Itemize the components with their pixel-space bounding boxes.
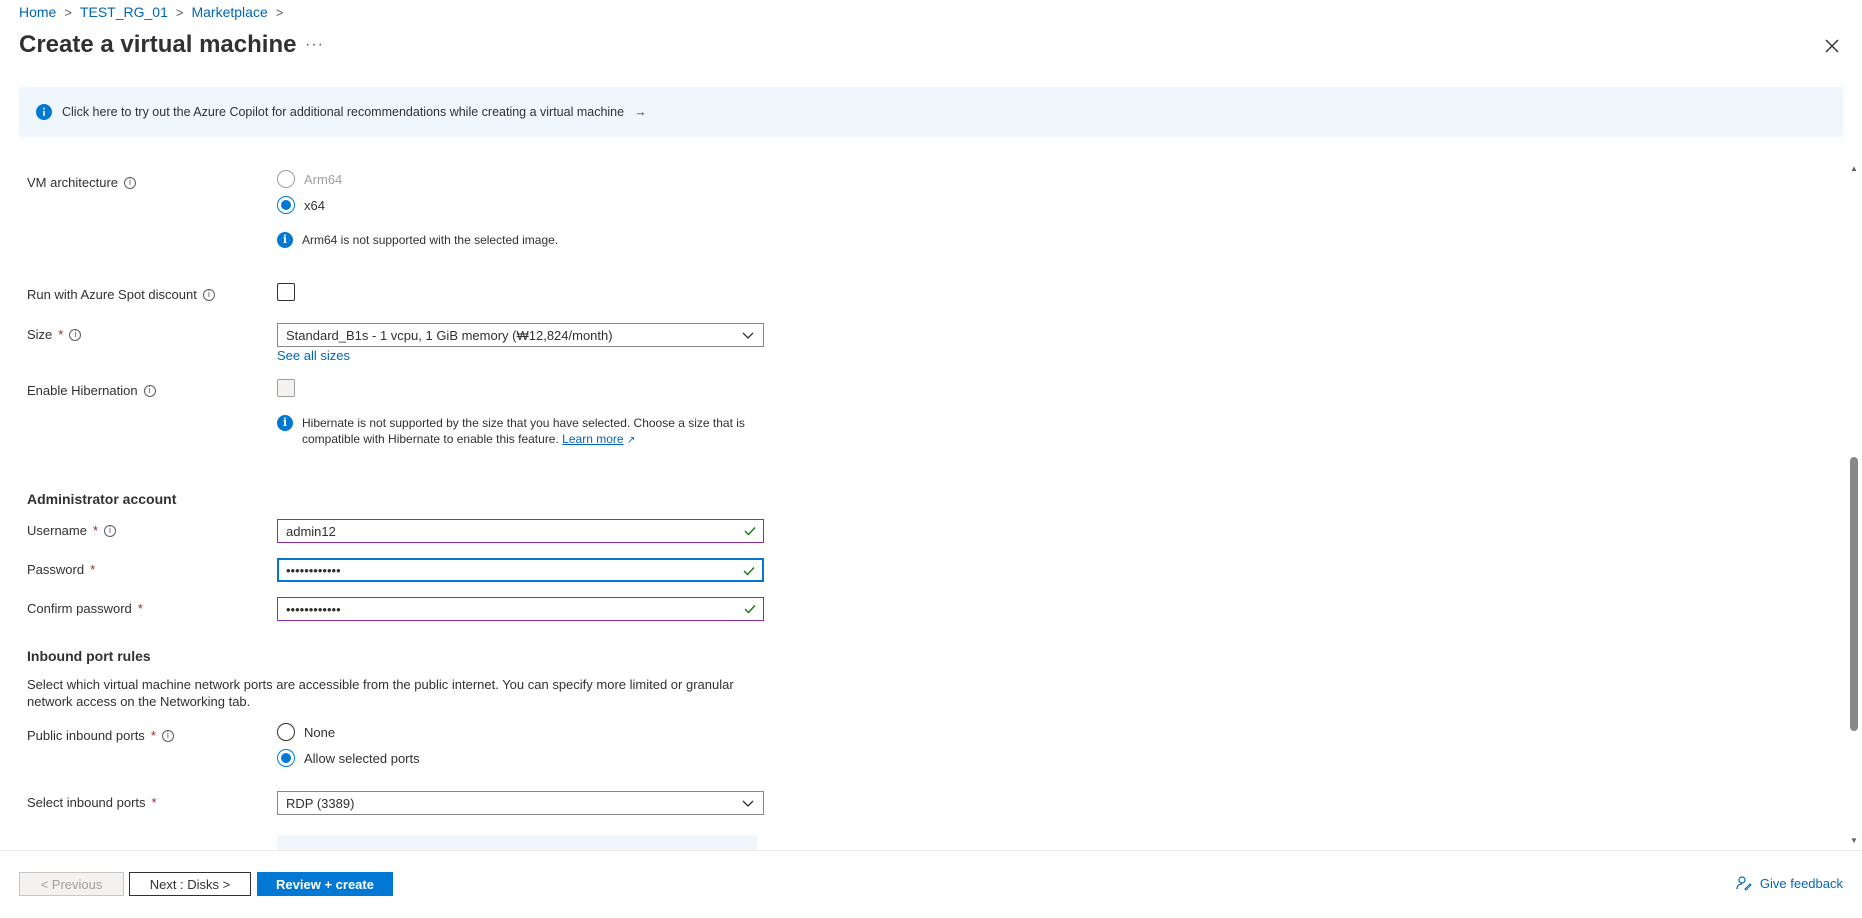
confirm-password-label: Confirm password *	[27, 601, 143, 616]
breadcrumb-separator: >	[64, 4, 72, 20]
scroll-up-icon[interactable]: ▲	[1850, 164, 1858, 173]
inbound-description: Select which virtual machine network por…	[27, 677, 734, 709]
inbound-ports-value: RDP (3389)	[286, 795, 355, 811]
banner-text: Click here to try out the Azure Copilot …	[62, 105, 625, 119]
external-link-icon: ↗	[626, 435, 636, 446]
username-value: admin12	[286, 523, 336, 539]
vm-architecture-label-text: VM architecture	[27, 175, 119, 190]
radio-arm64: Arm64	[277, 170, 342, 188]
feedback-icon	[1736, 876, 1752, 891]
public-inbound-ports-label: Public inbound ports * i	[27, 728, 174, 743]
confirm-password-label-text: Confirm password	[27, 601, 132, 616]
more-options-button[interactable]: ···	[305, 36, 324, 54]
radio-none-label: None	[304, 724, 336, 740]
required-marker: *	[92, 523, 99, 538]
close-icon[interactable]	[1822, 36, 1842, 56]
checkmark-icon	[744, 605, 756, 614]
radio-button[interactable]	[277, 749, 295, 767]
inbound-port-rules-heading: Inbound port rules	[27, 648, 151, 664]
info-icon: i	[277, 415, 293, 431]
required-marker: *	[137, 601, 143, 616]
confirm-password-value: ••••••••••••	[286, 601, 341, 617]
breadcrumb-separator: >	[275, 4, 284, 20]
spot-label: Run with Azure Spot discount i	[27, 287, 215, 302]
required-marker: *	[90, 562, 96, 577]
vm-architecture-label: VM architecture i	[27, 175, 137, 190]
radio-allow-selected-ports-label: Allow selected ports	[304, 750, 420, 766]
hibernation-note-line2: compatible with Hibernate to enable this…	[302, 432, 559, 446]
size-label-text: Size	[27, 327, 53, 342]
administrator-account-heading: Administrator account	[27, 491, 177, 507]
page-title: Create a virtual machine	[19, 31, 297, 58]
checkmark-icon	[744, 527, 756, 536]
info-icon: i	[277, 232, 293, 248]
hibernation-label-text: Enable Hibernation	[27, 383, 138, 398]
next-disks-button[interactable]: Next : Disks >	[129, 872, 251, 896]
vertical-scrollbar[interactable]: ▲ ▼	[1846, 160, 1862, 850]
size-value: Standard_B1s - 1 vcpu, 1 GiB memory (₩12…	[286, 327, 613, 343]
inbound-ports-dropdown[interactable]: RDP (3389)	[277, 791, 764, 815]
spot-checkbox[interactable]	[277, 283, 295, 301]
chevron-down-icon	[742, 332, 754, 339]
size-dropdown[interactable]: Standard_B1s - 1 vcpu, 1 GiB memory (₩12…	[277, 323, 764, 347]
required-marker: *	[58, 327, 64, 342]
see-all-sizes-link[interactable]: See all sizes	[277, 348, 350, 363]
radio-button[interactable]	[277, 196, 295, 214]
info-icon	[36, 104, 52, 120]
breadcrumb-resource-group[interactable]: TEST_RG_01	[80, 4, 168, 20]
select-inbound-ports-label: Select inbound ports *	[27, 795, 157, 810]
give-feedback-link[interactable]: Give feedback	[1736, 875, 1843, 891]
checkmark-icon	[743, 567, 755, 576]
arm64-note-text: Arm64 is not supported with the selected…	[302, 233, 559, 247]
size-label: Size * i	[27, 327, 82, 342]
password-label: Password *	[27, 562, 95, 577]
hibernation-label: Enable Hibernation i	[27, 383, 156, 398]
breadcrumb: Home > TEST_RG_01 > Marketplace >	[19, 4, 283, 20]
radio-x64[interactable]: x64	[277, 196, 325, 214]
form-content: VM architecture i Arm64 x64 i Arm64 is n…	[0, 150, 1845, 850]
breadcrumb-home[interactable]: Home	[19, 4, 56, 20]
info-icon[interactable]: i	[69, 328, 82, 341]
learn-more-link[interactable]: Learn more	[562, 432, 623, 446]
info-icon[interactable]: i	[161, 729, 174, 742]
password-label-text: Password	[27, 562, 85, 577]
spot-label-text: Run with Azure Spot discount	[27, 287, 197, 302]
password-value: ••••••••••••	[286, 562, 341, 578]
hibernation-note-line1: Hibernate is not supported by the size t…	[302, 416, 745, 430]
radio-button	[277, 170, 295, 188]
select-inbound-ports-label-text: Select inbound ports	[27, 795, 146, 810]
radio-allow-selected-ports[interactable]: Allow selected ports	[277, 749, 420, 767]
review-create-button[interactable]: Review + create	[257, 872, 393, 896]
info-icon[interactable]: i	[104, 524, 117, 537]
chevron-down-icon	[742, 800, 754, 807]
confirm-password-input[interactable]: ••••••••••••	[277, 597, 764, 621]
radio-none[interactable]: None	[277, 723, 335, 741]
hibernation-checkbox	[277, 379, 295, 397]
info-icon[interactable]: i	[124, 176, 137, 189]
radio-arm64-label: Arm64	[304, 171, 343, 187]
info-icon[interactable]: i	[143, 384, 156, 397]
arm64-note: i Arm64 is not supported with the select…	[277, 232, 558, 248]
required-marker: *	[150, 728, 156, 743]
footer-bar: < Previous Next : Disks > Review + creat…	[0, 850, 1862, 918]
username-label-text: Username	[27, 523, 87, 538]
give-feedback-label: Give feedback	[1759, 875, 1843, 891]
hibernation-note: i Hibernate is not supported by the size…	[277, 415, 745, 449]
previous-button: < Previous	[19, 872, 124, 896]
scrollbar-thumb[interactable]	[1850, 457, 1858, 731]
scroll-down-icon[interactable]: ▼	[1850, 836, 1858, 845]
public-inbound-ports-label-text: Public inbound ports	[27, 728, 145, 743]
password-input[interactable]: ••••••••••••	[277, 558, 764, 582]
arrow-right-icon: →	[634, 105, 647, 119]
info-icon[interactable]: i	[202, 288, 215, 301]
radio-button[interactable]	[277, 723, 295, 741]
info-box-partial	[277, 835, 757, 850]
breadcrumb-separator: >	[175, 4, 184, 20]
username-label: Username * i	[27, 523, 117, 538]
username-input[interactable]: admin12	[277, 519, 764, 543]
copilot-banner[interactable]: Click here to try out the Azure Copilot …	[19, 87, 1843, 137]
radio-x64-label: x64	[304, 197, 325, 213]
breadcrumb-marketplace[interactable]: Marketplace	[191, 4, 267, 20]
required-marker: *	[151, 795, 157, 810]
